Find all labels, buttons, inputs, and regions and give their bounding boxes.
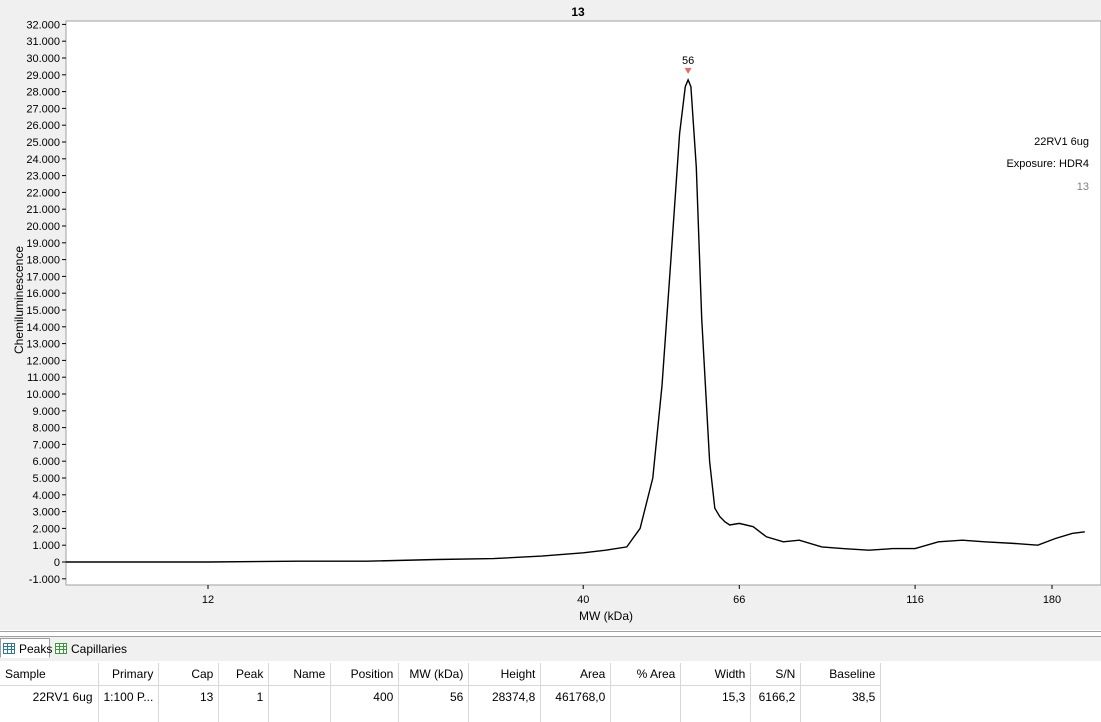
tab-strip: Peaks Capillaries bbox=[0, 637, 1101, 661]
col-header-baseline[interactable]: Baseline bbox=[800, 663, 882, 686]
cell-primary: 1:100 P... bbox=[98, 685, 160, 708]
peak-label: 56 bbox=[682, 55, 694, 67]
cell-peak: 1 bbox=[218, 685, 270, 708]
y-axis-title: Chemiluminescence bbox=[12, 246, 26, 354]
legend-entry: 13 bbox=[1077, 181, 1089, 193]
x-tick-label: 66 bbox=[733, 594, 745, 606]
y-tick-label: 17.000 bbox=[26, 271, 60, 283]
table-header-row: Sample Primary Cap Peak Name Position MW… bbox=[0, 663, 882, 686]
y-tick-label: 19.000 bbox=[26, 238, 60, 250]
peaks-table: Sample Primary Cap Peak Name Position MW… bbox=[0, 663, 882, 722]
col-header-cap[interactable]: Cap bbox=[158, 663, 220, 686]
y-tick-label: 21.000 bbox=[26, 204, 60, 216]
y-tick-label: 10.000 bbox=[26, 389, 60, 401]
cell-baseline: 38,5 bbox=[800, 685, 882, 708]
cell-cap: 13 bbox=[158, 685, 220, 708]
y-tick-label: 5.000 bbox=[32, 473, 60, 485]
y-axis-ticks: -1.000 0 1.000 2.000 3.000 4.000 5.000 6.000 7.0… bbox=[26, 19, 66, 586]
col-header-primary[interactable]: Primary bbox=[98, 663, 160, 686]
x-tick-label: 180 bbox=[1043, 594, 1061, 606]
y-tick-label: 25.000 bbox=[26, 137, 60, 149]
cell-height: 28374,8 bbox=[468, 685, 542, 708]
tab-peaks-label: Peaks bbox=[19, 642, 53, 656]
grid-icon bbox=[55, 643, 67, 654]
y-tick-label: 8.000 bbox=[32, 423, 60, 435]
col-header-sample[interactable]: Sample bbox=[0, 663, 99, 686]
col-header-height[interactable]: Height bbox=[468, 663, 542, 686]
chart-area: 13 Chemiluminescence MW (kDa) -1.000 0 1.0… bbox=[0, 0, 1101, 630]
peaks-table-panel: Sample Primary Cap Peak Name Position MW… bbox=[0, 663, 1101, 722]
legend-entry: Exposure: HDR4 bbox=[1006, 158, 1089, 170]
x-axis-title: MW (kDa) bbox=[579, 609, 633, 623]
x-tick-label: 12 bbox=[202, 594, 214, 606]
y-tick-label: 27.000 bbox=[26, 103, 60, 115]
legend-entry: 22RV1 6ug bbox=[1034, 136, 1089, 148]
col-header-peak[interactable]: Peak bbox=[218, 663, 270, 686]
cell-pct-area bbox=[610, 685, 682, 708]
y-tick-label: 29.000 bbox=[26, 70, 60, 82]
col-header-area[interactable]: Area bbox=[540, 663, 612, 686]
y-tick-label: 6.000 bbox=[32, 456, 60, 468]
cell-width: 15,3 bbox=[680, 685, 752, 708]
x-tick-label: 116 bbox=[906, 594, 924, 606]
x-axis-ticks: 12 40 66 116 180 bbox=[202, 585, 1061, 606]
y-tick-label: 26.000 bbox=[26, 120, 60, 132]
col-header-sn[interactable]: S/N bbox=[750, 663, 802, 686]
tab-peaks[interactable]: Peaks bbox=[0, 638, 53, 658]
y-tick-label: 9.000 bbox=[32, 406, 60, 418]
y-tick-label: 2.000 bbox=[32, 523, 60, 535]
y-tick-label: 31.000 bbox=[26, 36, 60, 48]
y-tick-label: -1.000 bbox=[29, 574, 60, 586]
y-tick-label: 11.000 bbox=[27, 372, 60, 384]
y-tick-label: 1.000 bbox=[32, 540, 60, 552]
y-tick-label: 22.000 bbox=[26, 187, 60, 199]
y-tick-label: 28.000 bbox=[26, 87, 60, 99]
col-header-pct-area[interactable]: % Area bbox=[610, 663, 682, 686]
table-row[interactable]: 22RV1 6ug 1:100 P... 13 1 400 56 28374,8… bbox=[0, 685, 882, 708]
col-header-mw[interactable]: MW (kDa) bbox=[398, 663, 470, 686]
col-header-position[interactable]: Position bbox=[330, 663, 400, 686]
y-tick-label: 4.000 bbox=[32, 490, 60, 502]
y-tick-label: 15.000 bbox=[26, 305, 60, 317]
cell-name bbox=[268, 685, 332, 708]
chemiluminescence-chart: 13 Chemiluminescence MW (kDa) -1.000 0 1.0… bbox=[12, 5, 1101, 623]
cell-mw: 56 bbox=[398, 685, 470, 708]
y-tick-label: 32.000 bbox=[26, 19, 60, 31]
y-tick-label: 18.000 bbox=[26, 255, 60, 267]
y-tick-label: 16.000 bbox=[26, 288, 60, 300]
cell-sample: 22RV1 6ug bbox=[0, 685, 99, 708]
y-tick-label: 0 bbox=[54, 557, 60, 569]
grid-icon bbox=[3, 643, 15, 654]
y-tick-label: 23.000 bbox=[26, 171, 60, 183]
cell-area: 461768,0 bbox=[540, 685, 612, 708]
tab-capillaries[interactable]: Capillaries bbox=[52, 638, 132, 658]
y-tick-label: 24.000 bbox=[26, 154, 60, 166]
cell-sn: 6166,2 bbox=[750, 685, 802, 708]
tab-capillaries-label: Capillaries bbox=[71, 642, 128, 656]
chart-title: 13 bbox=[571, 5, 585, 19]
y-tick-label: 20.000 bbox=[26, 221, 60, 233]
x-tick-label: 40 bbox=[577, 594, 589, 606]
y-tick-label: 3.000 bbox=[32, 507, 60, 519]
y-tick-label: 30.000 bbox=[26, 53, 60, 65]
y-tick-label: 14.000 bbox=[26, 322, 60, 334]
y-tick-label: 7.000 bbox=[32, 439, 60, 451]
cell-position: 400 bbox=[330, 685, 400, 708]
col-header-width[interactable]: Width bbox=[680, 663, 752, 686]
plot-area bbox=[65, 20, 1101, 586]
y-tick-label: 13.000 bbox=[26, 339, 60, 351]
col-header-name[interactable]: Name bbox=[268, 663, 332, 686]
y-tick-label: 12.000 bbox=[26, 355, 60, 367]
